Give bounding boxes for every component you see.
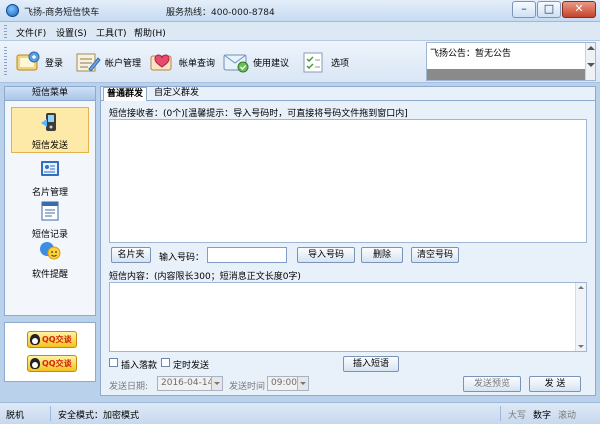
menu-settings[interactable]: 设置(S) (56, 26, 87, 39)
sms-send-icon (40, 111, 62, 133)
qq-penguin-icon (30, 358, 40, 369)
qq-penguin-icon (30, 334, 40, 345)
menu-help[interactable]: 帮助(H) (134, 26, 166, 39)
tab-bar: 普通群发 自定义群发 (101, 87, 595, 101)
qq-panel: QQ交谈 QQ交谈 (4, 322, 96, 382)
sidebar: 短信菜单 短信发送 名片管理 短信记录 软件提醒 (4, 86, 96, 316)
options-button[interactable]: 选项 (300, 47, 349, 77)
send-time-spinner[interactable]: 09:00 (267, 376, 309, 391)
bill-icon (148, 49, 176, 75)
options-label: 选项 (331, 58, 350, 69)
phone-number-input[interactable] (207, 247, 287, 263)
send-date-picker[interactable]: 2016-04-14 (157, 376, 223, 391)
qq-chat-label: QQ交谈 (42, 359, 72, 368)
scroll-up-icon[interactable] (578, 286, 584, 289)
qq-chat-label: QQ交谈 (42, 335, 72, 344)
send-time-label: 发送时间 (229, 382, 266, 392)
spinner-icon[interactable] (297, 377, 308, 390)
security-mode: 安全模式：加密模式 (58, 411, 140, 421)
scroll-up-icon[interactable] (587, 46, 595, 50)
send-time-value: 09:00 (271, 378, 297, 388)
close-button[interactable]: ✕ (562, 1, 596, 18)
num-lock-indicator: 数字 (533, 411, 552, 421)
send-preview-button[interactable]: 发送预览 (463, 376, 521, 392)
qq-chat-button[interactable]: QQ交谈 (27, 331, 77, 348)
recipients-label: 短信接收者：(0个)[温馨提示：导入号码时，可直接将号码文件拖到窗口内] (109, 109, 408, 119)
suggestion-label: 使用建议 (253, 58, 290, 69)
title-bar: 飞扬-商务短信快车 服务热线：400-000-8784 – □ ✕ (0, 0, 600, 22)
send-date-label: 发送日期: (109, 382, 149, 392)
sidebar-item-reminder[interactable]: 软件提醒 (11, 237, 89, 283)
insert-phrase-button[interactable]: 插入短语 (343, 356, 399, 372)
toolbar-grip-icon (4, 47, 7, 77)
bill-query-button[interactable]: 帐单查询 (148, 47, 215, 77)
status-bar: 脱机 安全模式：加密模式 大写 数字 滚动 (0, 402, 600, 424)
options-icon (300, 49, 328, 75)
chevron-down-icon[interactable] (211, 377, 222, 390)
insert-sign-checkbox[interactable] (109, 358, 118, 367)
minimize-button[interactable]: – (512, 1, 536, 18)
qq-chat-button[interactable]: QQ交谈 (27, 355, 77, 372)
login-button[interactable]: 登录 (14, 47, 63, 77)
import-numbers-button[interactable]: 导入号码 (297, 247, 355, 263)
record-icon (39, 200, 61, 222)
content-scrollbar[interactable] (575, 283, 586, 351)
status-divider (500, 406, 501, 421)
account-icon (74, 49, 102, 75)
content-label: 短信内容：(内容限长300；短消息正文长度0字) (109, 272, 301, 282)
sidebar-item-label: 短信发送 (31, 141, 68, 151)
recipients-list[interactable] (109, 119, 587, 243)
timed-send-label: 定时发送 (173, 361, 210, 371)
main-panel: 普通群发 自定义群发 短信接收者：(0个)[温馨提示：导入号码时，可直接将号码文… (100, 86, 596, 396)
notice-scrollbar[interactable] (585, 43, 595, 80)
menu-grip-icon (4, 25, 7, 38)
suggestion-icon (222, 49, 250, 75)
menu-bar: 文件(F) 设置(S) 工具(T) 帮助(H) (0, 22, 600, 41)
clear-numbers-button[interactable]: 清空号码 (411, 247, 459, 263)
notice-horizontal-bar (427, 69, 585, 80)
send-date-value: 2016-04-14 (161, 378, 214, 388)
account-manage-label: 帐户管理 (105, 58, 142, 69)
window-title: 飞扬-商务短信快车 (24, 8, 100, 18)
sidebar-title: 短信菜单 (5, 87, 95, 101)
bill-query-label: 帐单查询 (179, 58, 216, 69)
status-divider (50, 406, 51, 421)
notice-panel: 飞扬公告：暂无公告 (426, 42, 596, 81)
account-manage-button[interactable]: 帐户管理 (74, 47, 141, 77)
sidebar-item-card-manage[interactable]: 名片管理 (11, 155, 89, 201)
tab-custom-broadcast[interactable]: 自定义群发 (151, 87, 202, 101)
service-hotline: 服务热线：400-000-8784 (166, 8, 275, 18)
scroll-lock-indicator: 滚动 (558, 411, 577, 421)
send-button[interactable]: 发 送 (529, 376, 581, 392)
login-icon (14, 49, 42, 75)
insert-sign-label: 插入落款 (121, 361, 158, 371)
menu-tools[interactable]: 工具(T) (96, 26, 127, 39)
sidebar-item-label: 软件提醒 (31, 270, 68, 280)
suggestion-button[interactable]: 使用建议 (222, 47, 289, 77)
input-number-label: 输入号码： (159, 253, 205, 263)
delete-button[interactable]: 删除 (361, 247, 403, 263)
app-logo-icon (6, 4, 19, 17)
card-icon (39, 158, 61, 180)
caps-lock-indicator: 大写 (508, 411, 527, 421)
sms-content-textarea[interactable] (109, 282, 587, 352)
scroll-down-icon[interactable] (587, 63, 595, 67)
menu-file[interactable]: 文件(F) (16, 26, 46, 39)
connection-status: 脱机 (6, 411, 25, 421)
notice-text: 飞扬公告：暂无公告 (430, 49, 512, 59)
login-label: 登录 (45, 58, 64, 69)
reminder-icon (39, 240, 61, 262)
maximize-button[interactable]: □ (537, 1, 561, 18)
scroll-down-icon[interactable] (578, 345, 584, 348)
sidebar-item-sms-send[interactable]: 短信发送 (11, 107, 89, 153)
card-folder-button[interactable]: 名片夹 (111, 247, 151, 263)
timed-send-checkbox[interactable] (161, 358, 170, 367)
tab-normal-broadcast[interactable]: 普通群发 (103, 87, 148, 101)
